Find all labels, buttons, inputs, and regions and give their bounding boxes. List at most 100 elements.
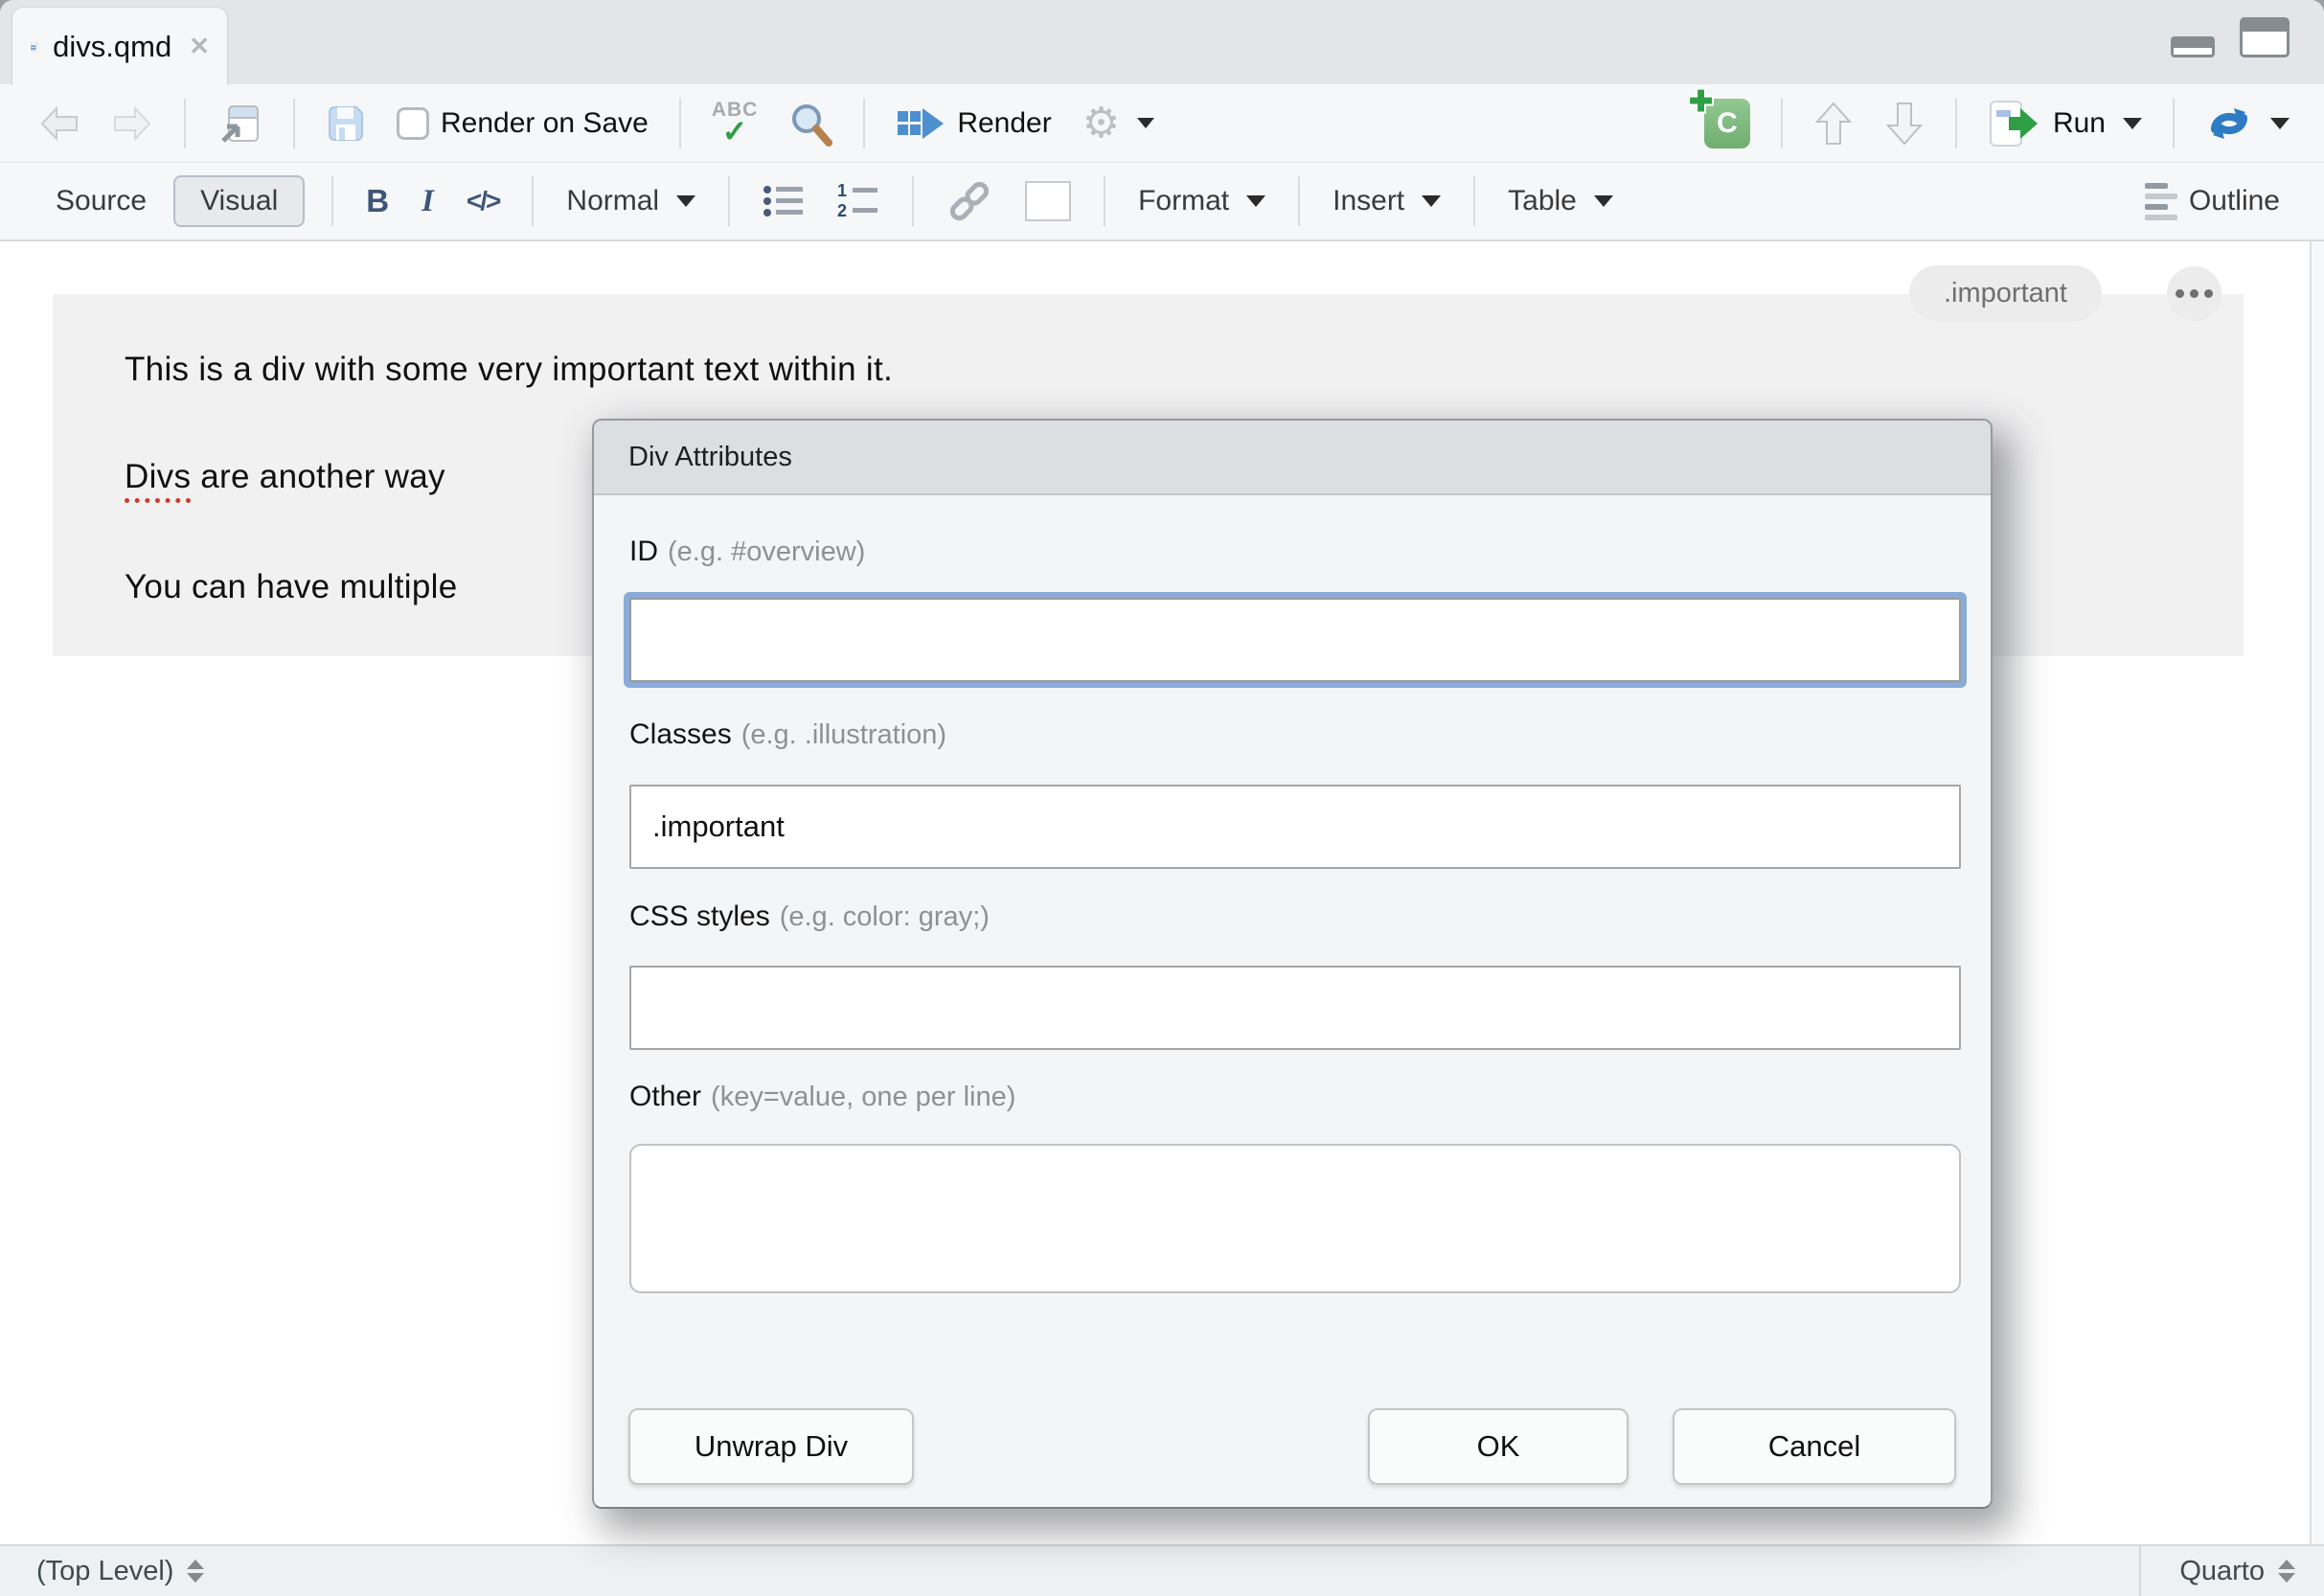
main-toolbar: Render on Save ABC✓ Render: [0, 84, 2324, 163]
insert-menu[interactable]: Insert: [1327, 181, 1447, 221]
other-input[interactable]: [629, 1144, 1961, 1293]
insert-chunk-button[interactable]: C✚: [1698, 95, 1756, 152]
insert-code-chunk-icon: C✚: [1704, 99, 1750, 148]
save-icon: [326, 103, 366, 144]
run-next-chunk-button[interactable]: [1879, 96, 1930, 151]
div-options-button[interactable]: [2167, 266, 2221, 321]
tab-bar: divs.qmd ✕: [0, 0, 2324, 84]
minimize-pane-icon[interactable]: [2171, 36, 2215, 57]
spellcheck-abc-icon: ABC✓: [712, 100, 759, 147]
separator: [1104, 176, 1105, 226]
run-previous-chunks-button[interactable]: [1808, 96, 1859, 151]
table-menu[interactable]: Table: [1502, 181, 1619, 221]
code-button[interactable]: </>: [461, 182, 505, 220]
unwrap-div-button[interactable]: Unwrap Div: [628, 1408, 914, 1485]
render-label: Render: [957, 107, 1051, 140]
render-options-button[interactable]: ⚙: [1077, 99, 1160, 148]
div-class-badge[interactable]: .important: [1909, 265, 2102, 321]
up-arrow-icon: [1813, 100, 1854, 148]
link-icon: [946, 180, 992, 222]
tab-divs-qmd[interactable]: divs.qmd ✕: [11, 7, 228, 85]
bold-icon: B: [366, 183, 389, 219]
run-button[interactable]: Run: [1982, 94, 2148, 153]
pane-window-buttons: [2171, 17, 2290, 57]
render-on-save-toggle[interactable]: Render on Save: [391, 103, 654, 144]
css-styles-input[interactable]: [629, 966, 1961, 1050]
svg-text:1: 1: [837, 182, 847, 200]
id-input[interactable]: [629, 598, 1961, 682]
other-field-label: Other(key=value, one per line): [629, 1081, 1015, 1113]
render-on-save-checkbox[interactable]: [397, 107, 429, 140]
forward-button[interactable]: [105, 101, 159, 147]
bullet-list-button[interactable]: [757, 178, 810, 224]
separator: [1781, 99, 1783, 148]
back-arrow-icon: [38, 104, 80, 143]
status-bar: (Top Level) Quarto: [0, 1544, 2324, 1596]
image-icon: [1025, 181, 1071, 221]
link-button[interactable]: [941, 176, 998, 226]
chevron-down-icon: [2123, 118, 2142, 129]
spellcheck-button[interactable]: ABC✓: [706, 96, 764, 150]
separator: [912, 176, 914, 226]
maximize-pane-icon[interactable]: [2240, 17, 2290, 57]
outline-toggle-button[interactable]: Outline: [2139, 179, 2286, 224]
numbered-list-button[interactable]: 1 2: [832, 178, 885, 224]
source-mode-label: Source: [56, 185, 147, 217]
bold-button[interactable]: B: [360, 179, 395, 223]
chevron-down-icon: [676, 195, 695, 207]
chevron-down-icon: [1594, 195, 1613, 207]
open-in-new-window-button[interactable]: [211, 98, 268, 149]
language-mode-label: Quarto: [2179, 1556, 2265, 1587]
gear-icon: ⚙: [1082, 103, 1120, 145]
separator: [532, 176, 534, 226]
tab-title: divs.qmd: [53, 30, 171, 64]
chevron-down-icon: [2270, 118, 2290, 129]
visual-editor-surface[interactable]: .important This is a div with some very …: [0, 241, 2324, 1544]
misspelled-word[interactable]: Divs: [125, 458, 191, 503]
image-button[interactable]: [1019, 177, 1077, 225]
dialog-title: Div Attributes: [628, 442, 792, 473]
scope-selector[interactable]: (Top Level): [0, 1556, 204, 1587]
source-mode-button[interactable]: Source: [50, 181, 152, 221]
paragraph-style-dropdown[interactable]: Normal: [560, 181, 701, 221]
document-line[interactable]: You can have multiple: [125, 568, 457, 606]
table-menu-label: Table: [1508, 185, 1577, 217]
separator: [1298, 176, 1300, 226]
scope-label: (Top Level): [36, 1556, 173, 1587]
classes-field-hint: (e.g. .illustration): [741, 719, 946, 750]
down-arrow-icon: [1884, 100, 1925, 148]
visual-mode-button[interactable]: Visual: [173, 175, 305, 227]
render-on-save-label: Render on Save: [441, 107, 649, 140]
format-menu[interactable]: Format: [1132, 181, 1271, 221]
other-field-hint: (key=value, one per line): [711, 1082, 1015, 1112]
scrollbar-gutter[interactable]: [2310, 241, 2324, 1544]
italic-button[interactable]: I: [416, 180, 440, 223]
rerun-icon: [2205, 103, 2253, 145]
classes-input[interactable]: [629, 785, 1961, 869]
document-line[interactable]: Divs are another way: [125, 458, 445, 496]
source-document-button[interactable]: [2199, 99, 2295, 148]
document-line[interactable]: This is a div with some very important t…: [125, 351, 893, 389]
format-menu-label: Format: [1138, 185, 1229, 217]
ok-button[interactable]: OK: [1368, 1408, 1629, 1485]
find-replace-button[interactable]: [783, 97, 838, 150]
render-button[interactable]: Render: [890, 101, 1057, 147]
bullet-list-icon: [763, 182, 805, 220]
separator: [184, 99, 186, 148]
svg-text:2: 2: [837, 201, 847, 220]
classes-field-label: Classes(e.g. .illustration): [629, 718, 946, 751]
language-mode-selector[interactable]: Quarto: [2139, 1546, 2324, 1596]
save-button[interactable]: [320, 100, 372, 148]
div-attributes-dialog: Div Attributes ID(e.g. #overview) Classe…: [592, 419, 1993, 1509]
visual-mode-label: Visual: [200, 185, 278, 217]
css-styles-field-label: CSS styles(e.g. color: gray;): [629, 901, 990, 933]
separator: [679, 99, 681, 148]
back-button[interactable]: [33, 101, 86, 147]
tab-close-icon[interactable]: ✕: [189, 32, 210, 61]
separator: [1473, 176, 1475, 226]
line-text: are another way: [200, 458, 444, 495]
run-label: Run: [2053, 107, 2106, 140]
cancel-button[interactable]: Cancel: [1673, 1408, 1956, 1485]
forward-arrow-icon: [111, 104, 153, 143]
format-toolbar: Source Visual B I </> Normal: [0, 163, 2324, 241]
